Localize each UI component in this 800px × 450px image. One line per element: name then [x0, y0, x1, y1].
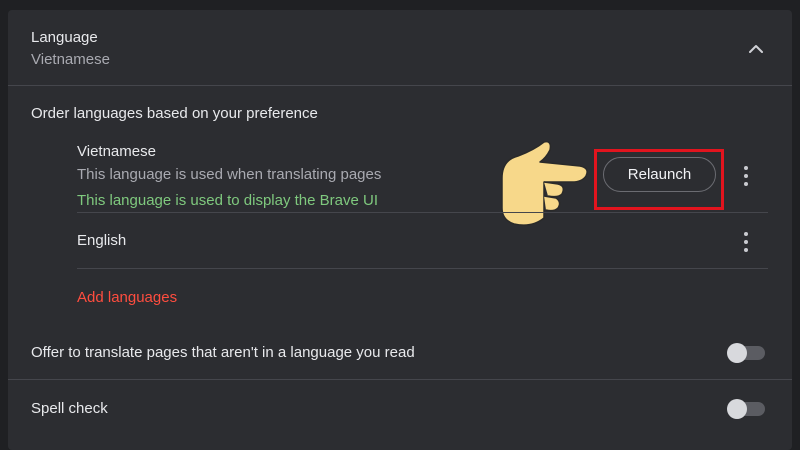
add-languages-link[interactable]: Add languages [77, 289, 177, 306]
section-subtitle: Vietnamese [31, 51, 110, 68]
chevron-up-icon[interactable] [746, 42, 766, 56]
offer-translate-label: Offer to translate pages that aren't in … [31, 344, 415, 361]
pointing-hand-icon [492, 138, 592, 230]
divider [77, 212, 768, 213]
language-name-vietnamese: Vietnamese [77, 143, 156, 160]
divider [8, 379, 792, 380]
section-title: Language [31, 29, 98, 46]
language-ui-note: This language is used to display the Bra… [77, 192, 379, 209]
more-vertical-icon[interactable] [743, 232, 749, 252]
language-name-english: English [77, 232, 127, 249]
language-settings-card: Language Vietnamese Order languages base… [8, 10, 792, 450]
divider [8, 85, 792, 86]
language-translate-note: This language is used when translating p… [77, 166, 382, 183]
offer-translate-toggle[interactable] [727, 343, 765, 363]
spell-check-toggle[interactable] [727, 399, 765, 419]
order-languages-heading: Order languages based on your preference [31, 105, 318, 122]
relaunch-button[interactable]: Relaunch [603, 157, 716, 192]
more-vertical-icon[interactable] [743, 166, 749, 186]
divider [77, 268, 768, 269]
spell-check-label: Spell check [31, 400, 108, 417]
